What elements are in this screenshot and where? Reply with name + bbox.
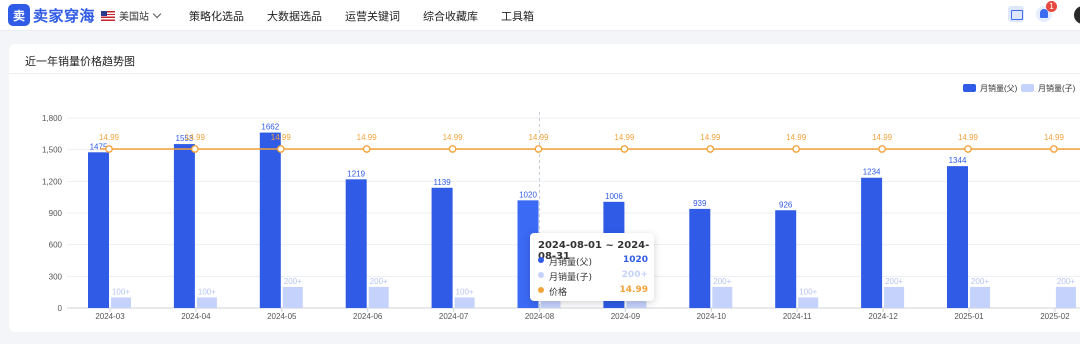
- legend-swatch-parent: [963, 84, 976, 92]
- price-label: 14.99: [357, 133, 378, 142]
- bar-child-label: 200+: [713, 277, 731, 286]
- legend-swatch-child: [1021, 84, 1034, 92]
- bar-parent-label: 1662: [261, 123, 279, 132]
- y-tick-label: 0: [58, 304, 63, 313]
- x-tick-label: 2024-03: [95, 312, 125, 321]
- price-label: 14.99: [700, 133, 721, 142]
- y-tick-label: 300: [49, 272, 63, 281]
- bar-child-sales: [1055, 286, 1076, 308]
- legend-label-child: 月销量(子): [1038, 83, 1076, 93]
- price-point: [792, 145, 801, 153]
- price-point: [964, 145, 972, 153]
- bar-child-label: 100+: [112, 287, 130, 296]
- bar-child-sales: [111, 297, 131, 308]
- series-dot-icon: [538, 272, 544, 278]
- x-tick-label: 2025-01: [954, 312, 984, 321]
- bar-parent-label: 1006: [605, 192, 623, 201]
- bar-child-sales: [368, 286, 389, 308]
- bar-child-label: 200+: [284, 277, 302, 286]
- y-tick-label: 1,800: [42, 114, 63, 123]
- x-tick-label: 2024-06: [353, 312, 383, 321]
- tooltip-value: 200+: [621, 270, 648, 280]
- bar-parent-sales: [861, 177, 883, 308]
- bar-parent-label: 1234: [863, 168, 881, 177]
- price-point: [105, 145, 113, 153]
- bar-child-sales: [970, 286, 990, 308]
- tooltip-row-price: 价格 14.99: [538, 285, 650, 298]
- price-label: 14.99: [872, 133, 893, 142]
- bar-parent-label: 1139: [433, 178, 451, 187]
- price-point: [1050, 145, 1058, 153]
- x-tick-label: 2024-12: [868, 312, 898, 321]
- price-label: 14.99: [443, 133, 464, 142]
- price-point: [448, 145, 457, 153]
- bar-parent-sales: [689, 208, 711, 308]
- x-tick-label: 2024-09: [611, 312, 641, 321]
- bar-child-sales: [454, 297, 475, 308]
- tooltip-label: 价格: [549, 288, 568, 298]
- y-tick-label: 600: [49, 241, 63, 250]
- series-dot-icon: [538, 287, 544, 293]
- bar-child-label: 200+: [885, 277, 903, 286]
- x-tick-label: 2025-02: [1040, 312, 1070, 321]
- bar-parent-sales: [775, 210, 797, 308]
- x-tick-label: 2024-04: [181, 312, 211, 321]
- bar-parent-label: 939: [693, 199, 707, 208]
- price-point: [191, 145, 199, 153]
- bar-child-label: 100+: [799, 287, 817, 296]
- bar-parent-label: 1219: [347, 169, 365, 178]
- x-tick-label: 2024-10: [697, 312, 727, 321]
- price-label: 14.99: [99, 133, 120, 142]
- tooltip-row-child: 月销量(子) 200+: [538, 270, 650, 283]
- y-tick-label: 1,500: [42, 146, 63, 155]
- bar-parent-sales: [345, 179, 367, 308]
- tooltip-value: 14.99: [619, 285, 648, 295]
- bar-child-sales: [196, 297, 217, 308]
- bar-parent-sales: [431, 187, 453, 308]
- y-tick-label: 900: [49, 209, 63, 218]
- tooltip-row-parent: 月销量(父) 1020: [538, 255, 650, 268]
- tooltip-label: 月销量(父): [549, 258, 593, 268]
- bar-parent-sales: [88, 152, 109, 308]
- bar-parent-label: 1344: [949, 156, 967, 165]
- price-label: 14.99: [614, 133, 635, 142]
- price-point: [362, 145, 371, 153]
- bar-child-label: 200+: [370, 277, 388, 286]
- y-tick-label: 1,200: [42, 177, 63, 186]
- bar-child-label: 100+: [456, 287, 474, 296]
- price-point: [706, 145, 715, 153]
- price-point: [276, 145, 285, 153]
- bar-parent-sales: [259, 132, 281, 308]
- x-tick-label: 2024-07: [439, 312, 469, 321]
- legend-label-parent: 月销量(父): [980, 83, 1018, 93]
- bar-parent-label: 926: [779, 200, 793, 209]
- bar-child-sales: [712, 286, 733, 308]
- x-tick-label: 2024-08: [525, 312, 555, 321]
- price-point: [878, 145, 886, 153]
- tooltip-label: 月销量(子): [549, 273, 593, 283]
- price-label: 14.99: [1044, 133, 1065, 142]
- price-label: 14.99: [786, 133, 807, 142]
- x-tick-label: 2024-11: [783, 312, 812, 321]
- bar-child-label: 200+: [1057, 277, 1075, 286]
- bar-parent-sales: [947, 166, 968, 308]
- price-label: 14.99: [958, 133, 979, 142]
- tooltip-value: 1020: [622, 255, 648, 265]
- bar-parent-label: 1475: [90, 142, 108, 151]
- bar-child-label: 100+: [198, 287, 216, 296]
- series-dot-icon: [538, 257, 544, 263]
- price-point: [534, 145, 543, 153]
- bar-parent-label: 1020: [519, 190, 537, 199]
- price-point: [620, 145, 629, 153]
- bar-child-sales: [884, 286, 905, 308]
- price-label: 14.99: [185, 133, 206, 142]
- bar-parent-sales: [173, 144, 195, 308]
- price-label: 14.99: [271, 133, 292, 142]
- bar-child-sales: [282, 286, 303, 308]
- price-label: 14.99: [528, 133, 549, 142]
- bar-child-sales: [798, 297, 819, 308]
- bar-child-label: 200+: [971, 277, 989, 286]
- x-tick-label: 2024-05: [267, 312, 297, 321]
- chart-tooltip: 2024-08-01 ~ 2024-08-31 月销量(父) 1020 月销量(…: [530, 233, 654, 301]
